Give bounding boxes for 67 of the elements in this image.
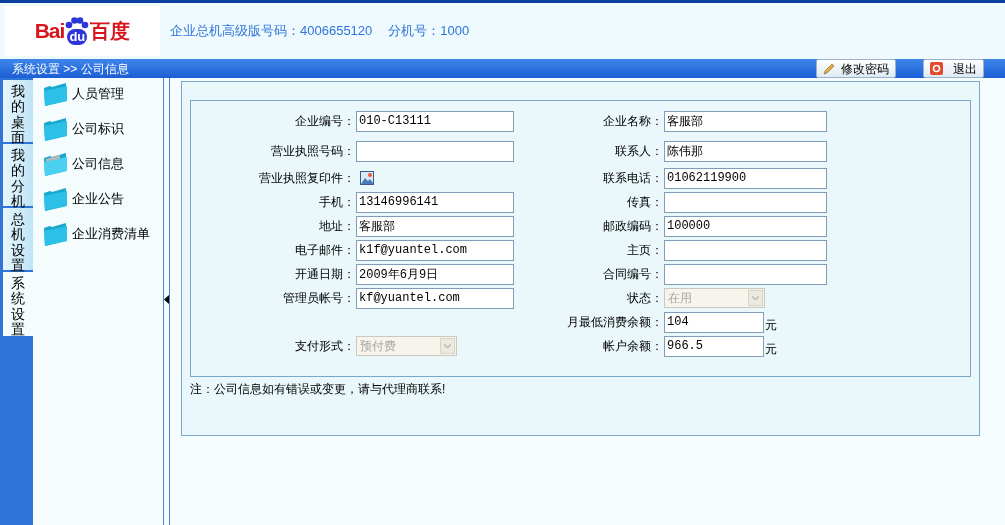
input-field[interactable]: 客服部 bbox=[356, 215, 514, 237]
menu-item[interactable]: 公司信息 bbox=[43, 152, 163, 176]
side-tab[interactable]: 我的分机 bbox=[3, 144, 33, 208]
input-field[interactable]: 010-C13111 bbox=[356, 110, 514, 132]
extension-text: 分机号：1000 bbox=[388, 22, 470, 41]
input-field[interactable] bbox=[664, 239, 827, 261]
field-label: 营业执照号码： bbox=[270, 143, 356, 160]
field-label: 营业执照复印件： bbox=[258, 170, 356, 187]
note-text: 注：公司信息如有错误或变更，请与代理商联系! bbox=[190, 381, 447, 398]
side-tab[interactable]: 总机设置 bbox=[3, 208, 33, 272]
field-label: 企业名称： bbox=[602, 113, 664, 130]
breadcrumb: 系统设置 >> 公司信息 bbox=[12, 60, 129, 78]
dropdown-caret-icon bbox=[444, 344, 451, 348]
folder-icon bbox=[43, 186, 68, 212]
input-field[interactable]: 客服部 bbox=[664, 110, 827, 132]
dropdown-caret-icon bbox=[752, 296, 759, 300]
folder-icon bbox=[43, 116, 68, 142]
input-field[interactable]: 01062119900 bbox=[664, 167, 827, 189]
side-tab[interactable]: 系统设置 bbox=[3, 272, 33, 336]
hotline-text: 企业总机高级版号码：4006655120 bbox=[170, 22, 373, 41]
field-label: 手机： bbox=[318, 194, 356, 211]
open-folder-icon bbox=[43, 151, 68, 177]
paw-icon bbox=[65, 17, 90, 29]
field-label: 管理员帐号： bbox=[282, 290, 356, 307]
input-field[interactable]: k1f@yuantel.com bbox=[356, 239, 514, 261]
input-field[interactable]: 13146996141 bbox=[356, 191, 514, 213]
field-label: 状态： bbox=[626, 290, 664, 307]
input-field[interactable]: 2009年6月9日 bbox=[356, 263, 514, 285]
image-icon[interactable] bbox=[360, 171, 374, 185]
input-field[interactable]: 104 bbox=[664, 311, 764, 333]
collapse-arrow-icon[interactable] bbox=[164, 294, 169, 304]
field-label: 支付形式： bbox=[294, 338, 356, 355]
field-label: 开通日期： bbox=[294, 266, 356, 283]
field-label: 合同编号： bbox=[602, 266, 664, 283]
input-field[interactable]: kf@yuantel.com bbox=[356, 287, 514, 309]
folder-icon bbox=[43, 221, 68, 247]
menu-item[interactable]: 企业公告 bbox=[43, 187, 163, 211]
field-label: 企业编号： bbox=[294, 113, 356, 130]
menu-item[interactable]: 企业消费清单 bbox=[43, 222, 163, 246]
input-field[interactable] bbox=[664, 263, 827, 285]
field-label: 传真： bbox=[626, 194, 664, 211]
pencil-icon bbox=[823, 62, 835, 75]
folder-icon bbox=[43, 81, 68, 107]
unit-text: 元 bbox=[765, 317, 777, 334]
power-icon bbox=[930, 62, 943, 75]
unit-text: 元 bbox=[765, 341, 777, 358]
field-label: 联系电话： bbox=[602, 170, 664, 187]
field-label: 月最低消费余额： bbox=[566, 314, 664, 331]
field-label: 主页： bbox=[626, 242, 664, 259]
exit-button[interactable]: 退出 bbox=[923, 59, 984, 78]
field-label: 地址： bbox=[318, 218, 356, 235]
select-field: 在用 bbox=[664, 288, 765, 308]
menu-item[interactable]: 人员管理 bbox=[43, 82, 163, 106]
field-label: 电子邮件： bbox=[294, 242, 356, 259]
change-password-button[interactable]: 修改密码 bbox=[816, 59, 896, 78]
field-label: 联系人： bbox=[614, 143, 664, 160]
field-label: 邮政编码： bbox=[602, 218, 664, 235]
logo: Bai du 百度 bbox=[5, 6, 160, 56]
side-tab[interactable]: 我的桌面 bbox=[3, 80, 33, 144]
select-field: 预付费 bbox=[356, 336, 457, 356]
input-field[interactable]: 966.5 bbox=[664, 335, 764, 357]
input-field[interactable] bbox=[664, 191, 827, 213]
field-label: 帐户余额： bbox=[602, 338, 664, 355]
menu-item[interactable]: 公司标识 bbox=[43, 117, 163, 141]
input-field[interactable] bbox=[356, 140, 514, 162]
input-field[interactable]: 陈伟那 bbox=[664, 140, 827, 162]
input-field[interactable]: 100000 bbox=[664, 215, 827, 237]
